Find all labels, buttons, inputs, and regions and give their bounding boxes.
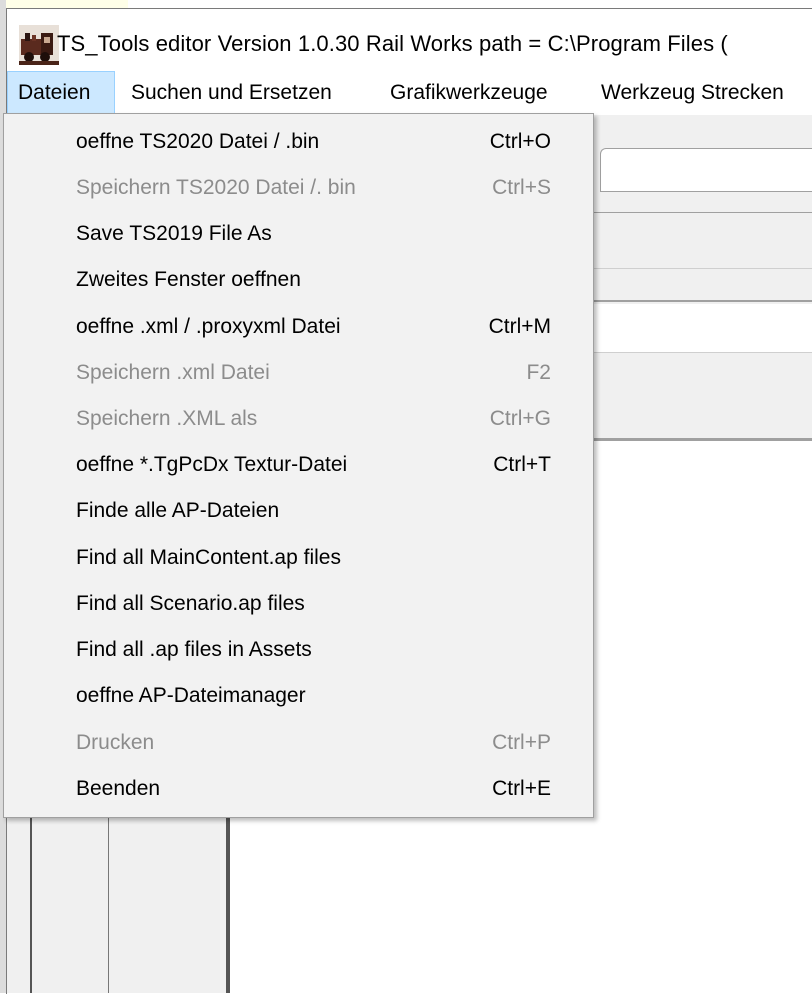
- menu-item-label: oeffne .xml / .proxyxml Datei: [76, 315, 341, 338]
- menu-item-save-xml-as[interactable]: Speichern .XML als Ctrl+G: [4, 396, 593, 442]
- column-line: [226, 818, 230, 993]
- desktop-strip: [0, 0, 812, 8]
- menu-item-shortcut: Ctrl+O: [489, 130, 551, 153]
- desktop-tab: [0, 0, 128, 8]
- menu-item-find-maincontent[interactable]: Find all MainContent.ap files: [4, 535, 593, 581]
- menu-suchen-und-ersetzen[interactable]: Suchen und Ersetzen: [121, 71, 342, 115]
- menu-item-print[interactable]: Drucken Ctrl+P: [4, 720, 593, 766]
- menu-werkzeug-strecken[interactable]: Werkzeug Strecken: [591, 71, 794, 115]
- menu-item-open-xml[interactable]: oeffne .xml / .proxyxml Datei Ctrl+M: [4, 304, 593, 350]
- menu-item-label: Finde alle AP-Dateien: [76, 499, 280, 522]
- locomotive-app-icon: [19, 25, 59, 65]
- menu-item-label: Find all MainContent.ap files: [76, 546, 341, 569]
- menu-item-save-ts2020[interactable]: Speichern TS2020 Datei /. bin Ctrl+S: [4, 165, 593, 211]
- menu-item-shortcut: Ctrl+E: [492, 777, 551, 800]
- input-divider: [594, 352, 812, 353]
- menu-item-shortcut: F2: [526, 361, 551, 384]
- menu-item-find-assets-ap[interactable]: Find all .ap files in Assets: [4, 627, 593, 673]
- window-title: TS_Tools editor Version 1.0.30 Rail Work…: [57, 31, 728, 56]
- left-column-panel: [7, 818, 227, 993]
- menu-item-label: Find all .ap files in Assets: [76, 638, 312, 661]
- panel-divider: [594, 212, 812, 213]
- title-bar: TS_Tools editor Version 1.0.30 Rail Work…: [7, 9, 812, 71]
- menu-item-exit[interactable]: Beenden Ctrl+E: [4, 766, 593, 812]
- menu-bar: Dateien Suchen und Ersetzen Grafikwerkze…: [7, 71, 812, 115]
- menu-item-shortcut: Ctrl+T: [493, 453, 551, 476]
- menu-item-find-ap-files[interactable]: Finde alle AP-Dateien: [4, 488, 593, 534]
- toolbar-strip: [594, 268, 812, 302]
- menu-item-open-texture[interactable]: oeffne *.TgPcDx Textur-Datei Ctrl+T: [4, 442, 593, 488]
- menu-item-ap-manager[interactable]: oeffne AP-Dateimanager: [4, 673, 593, 719]
- menu-grafikwerkzeuge[interactable]: Grafikwerkzeuge: [380, 71, 558, 115]
- dateien-dropdown-menu: oeffne TS2020 Datei / .bin Ctrl+O Speich…: [3, 113, 594, 818]
- menu-item-second-window[interactable]: Zweites Fenster oeffnen: [4, 257, 593, 303]
- menu-item-label: Drucken: [76, 731, 155, 754]
- menu-item-shortcut: Ctrl+M: [488, 315, 551, 338]
- tab-header[interactable]: [600, 148, 812, 192]
- menu-item-shortcut: Ctrl+S: [492, 176, 551, 199]
- menu-item-label: Zweites Fenster oeffnen: [76, 268, 301, 291]
- menu-item-open-ts2020[interactable]: oeffne TS2020 Datei / .bin Ctrl+O: [4, 119, 593, 165]
- menu-item-label: oeffne AP-Dateimanager: [76, 684, 306, 707]
- text-input-area[interactable]: [594, 304, 812, 352]
- column-line: [30, 818, 32, 993]
- column-line: [108, 818, 109, 993]
- menu-item-label: Speichern .XML als: [76, 407, 258, 430]
- menu-item-label: Speichern .xml Datei: [76, 361, 270, 384]
- menu-item-label: Find all Scenario.ap files: [76, 592, 305, 615]
- menu-item-shortcut: Ctrl+G: [489, 407, 551, 430]
- menu-item-label: Beenden: [76, 777, 161, 800]
- menu-item-label: oeffne TS2020 Datei / .bin: [76, 130, 320, 153]
- menu-item-find-scenario[interactable]: Find all Scenario.ap files: [4, 581, 593, 627]
- menu-item-label: oeffne *.TgPcDx Textur-Datei: [76, 453, 348, 476]
- menu-item-shortcut: Ctrl+P: [492, 731, 551, 754]
- menu-item-save-ts2019-as[interactable]: Save TS2019 File As: [4, 211, 593, 257]
- menu-dateien[interactable]: Dateien: [7, 71, 115, 115]
- menu-item-label: Save TS2019 File As: [76, 222, 272, 245]
- menu-item-save-xml[interactable]: Speichern .xml Datei F2: [4, 350, 593, 396]
- menu-item-label: Speichern TS2020 Datei /. bin: [76, 176, 356, 199]
